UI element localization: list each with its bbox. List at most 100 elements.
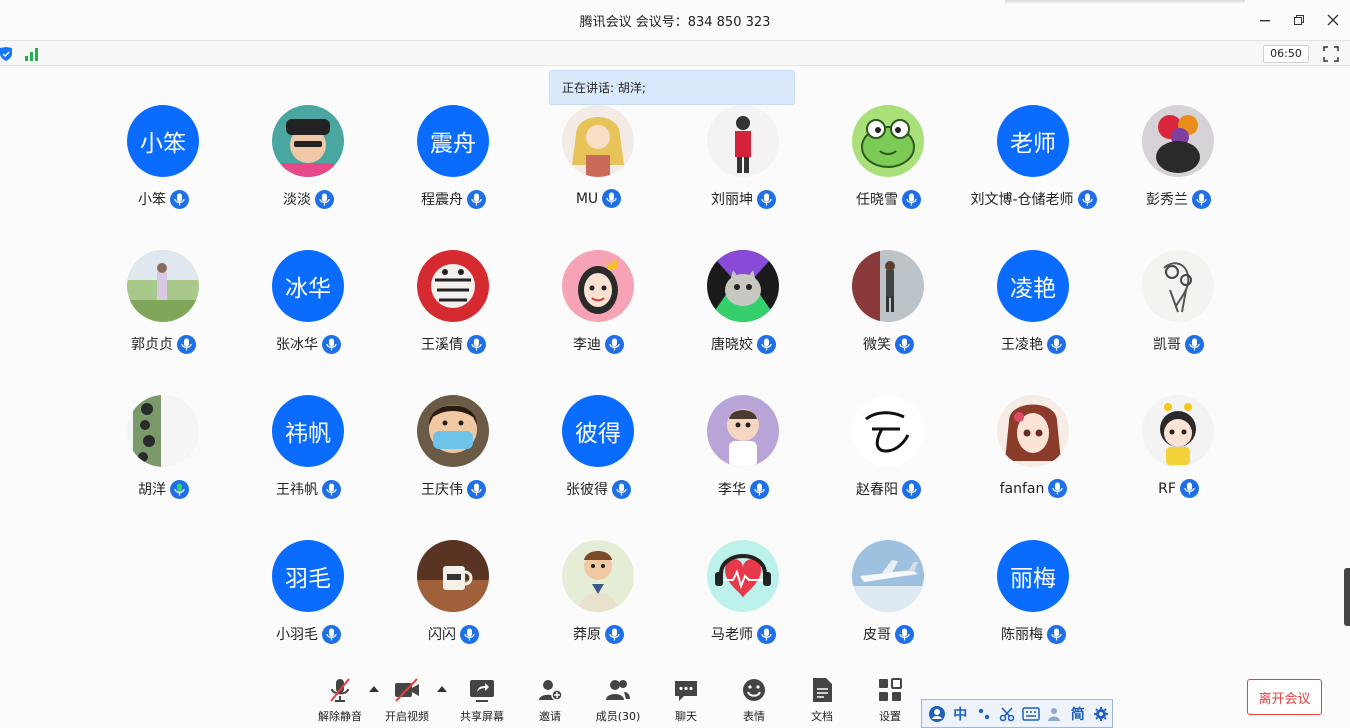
- participant-tile[interactable]: 马老师: [671, 540, 816, 660]
- start-video-button[interactable]: 开启视频: [376, 676, 438, 726]
- window-controls: [1248, 0, 1350, 40]
- participant-tile[interactable]: 王溪倩: [381, 250, 526, 370]
- participant-name-row: 张彼得: [526, 479, 671, 499]
- participant-tile[interactable]: 淡淡: [236, 105, 381, 225]
- avatar: [707, 395, 779, 467]
- participant-name-row: 淡淡: [236, 189, 381, 209]
- mic-icon: [895, 624, 914, 644]
- close-window-button[interactable]: [1316, 0, 1350, 40]
- mic-icon: [460, 624, 479, 644]
- mic-icon: [322, 624, 341, 644]
- minimize-button[interactable]: [1248, 0, 1282, 40]
- participant-tile[interactable]: 祎帆 王祎帆: [236, 395, 381, 515]
- participant-tile[interactable]: 微笑: [816, 250, 961, 370]
- participant-tile[interactable]: 丽梅 陈丽梅: [961, 540, 1106, 660]
- participant-tile[interactable]: 冰华 张冰华: [236, 250, 381, 370]
- participant-tile[interactable]: 凌艳 王凌艳: [961, 250, 1106, 370]
- participant-name-row: 胡洋: [91, 479, 236, 499]
- ime-user-icon[interactable]: [926, 703, 948, 725]
- settings-button[interactable]: 设置: [859, 676, 921, 726]
- document-icon: [813, 678, 832, 702]
- participant-tile[interactable]: 彭秀兰: [1106, 105, 1251, 225]
- participant-tile[interactable]: 老师 刘文博-仓储老师: [961, 105, 1106, 225]
- mic-icon: [170, 189, 189, 209]
- participant-name: 微笑: [863, 337, 891, 353]
- participant-tile[interactable]: 李迪: [526, 250, 671, 370]
- reactions-button[interactable]: 表情: [723, 676, 785, 726]
- participant-tile[interactable]: 闪闪: [381, 540, 526, 660]
- invite-button[interactable]: 邀请: [519, 676, 581, 726]
- grid-settings-icon: [879, 678, 902, 701]
- ime-mode-toggle[interactable]: 简: [1067, 703, 1089, 725]
- avatar: 羽毛: [272, 540, 344, 612]
- avatar: [852, 540, 924, 612]
- participant-tile[interactable]: 赵春阳: [816, 395, 961, 515]
- participant-tile[interactable]: 凯哥: [1106, 250, 1251, 370]
- ime-toolbar[interactable]: 中 简: [921, 699, 1113, 728]
- ime-skin-icon[interactable]: [1044, 703, 1066, 725]
- ime-language-toggle[interactable]: 中: [950, 703, 972, 725]
- leave-meeting-button[interactable]: 离开会议: [1247, 679, 1322, 715]
- avatar: 彼得: [562, 395, 634, 467]
- avatar: 震舟: [417, 105, 489, 177]
- participant-name: 王祎帆: [276, 482, 318, 498]
- participant-tile[interactable]: 小笨 小笨: [91, 105, 236, 225]
- window-title: 腾讯会议 会议号：834 850 323: [579, 15, 771, 30]
- members-button[interactable]: 成员(30): [587, 676, 649, 726]
- participant-name: 王凌艳: [1001, 337, 1043, 353]
- participant-tile[interactable]: MU: [526, 105, 671, 225]
- participant-tile[interactable]: 郭贞贞: [91, 250, 236, 370]
- restore-button[interactable]: [1282, 0, 1316, 40]
- share-screen-button[interactable]: 共享屏幕: [451, 676, 513, 726]
- participant-tile[interactable]: 彼得 张彼得: [526, 395, 671, 515]
- participant-tile[interactable]: 李华: [671, 395, 816, 515]
- ime-punctuation-icon[interactable]: [973, 703, 995, 725]
- avatar: [127, 395, 199, 467]
- status-bar: 06:50: [0, 40, 1350, 66]
- participant-tile[interactable]: 羽毛 小羽毛: [236, 540, 381, 660]
- security-shield-icon[interactable]: [0, 47, 12, 61]
- participant-tile[interactable]: fanfan: [961, 395, 1106, 515]
- participant-name-row: 陈丽梅: [961, 624, 1106, 644]
- participant-name-row: 小笨: [91, 189, 236, 209]
- side-panel-handle[interactable]: [1344, 568, 1350, 626]
- avatar: [1142, 395, 1214, 467]
- avatar: 小笨: [127, 105, 199, 177]
- participant-name: 程震舟: [421, 192, 463, 208]
- video-options-caret[interactable]: [437, 686, 447, 692]
- scissors-icon[interactable]: [997, 703, 1019, 725]
- fullscreen-icon[interactable]: [1323, 46, 1339, 62]
- gear-icon[interactable]: [1091, 703, 1113, 725]
- network-signal-icon[interactable]: [24, 46, 40, 62]
- reactions-label: 表情: [743, 710, 765, 723]
- members-label: 成员(30): [595, 710, 641, 723]
- participant-tile[interactable]: 王庆伟: [381, 395, 526, 515]
- participant-tile[interactable]: 刘丽坤: [671, 105, 816, 225]
- video-off-icon: [395, 678, 419, 702]
- participant-tile[interactable]: 胡洋: [91, 395, 236, 515]
- participant-tile[interactable]: 皮哥: [816, 540, 961, 660]
- chat-icon: [675, 681, 697, 701]
- participant-tile[interactable]: 任晓雪: [816, 105, 961, 225]
- participant-name-row: 皮哥: [816, 624, 961, 644]
- mic-icon: [750, 479, 769, 499]
- participant-tile[interactable]: 唐晓姣: [671, 250, 816, 370]
- participant-name-row: 王溪倩: [381, 334, 526, 354]
- avatar: [417, 540, 489, 612]
- participant-name: 郭贞贞: [131, 337, 173, 353]
- participant-name-row: 微笑: [816, 334, 961, 354]
- participant-tile[interactable]: 震舟程震舟: [381, 105, 526, 225]
- minimize-icon: [1260, 20, 1270, 22]
- title-bar-shadow: [1005, 0, 1245, 4]
- mic-icon: [177, 334, 196, 354]
- participant-tile[interactable]: RF: [1106, 395, 1251, 515]
- participant-tile[interactable]: 莽原: [526, 540, 671, 660]
- mic-icon: [1185, 334, 1204, 354]
- docs-button[interactable]: 文档: [791, 676, 853, 726]
- keyboard-icon[interactable]: [1020, 703, 1042, 725]
- avatar: [997, 395, 1069, 467]
- participant-name-row: 赵春阳: [816, 479, 961, 499]
- unmute-button[interactable]: 解除静音: [309, 676, 371, 726]
- chat-button[interactable]: 聊天: [655, 676, 717, 726]
- mic-icon: [467, 479, 486, 499]
